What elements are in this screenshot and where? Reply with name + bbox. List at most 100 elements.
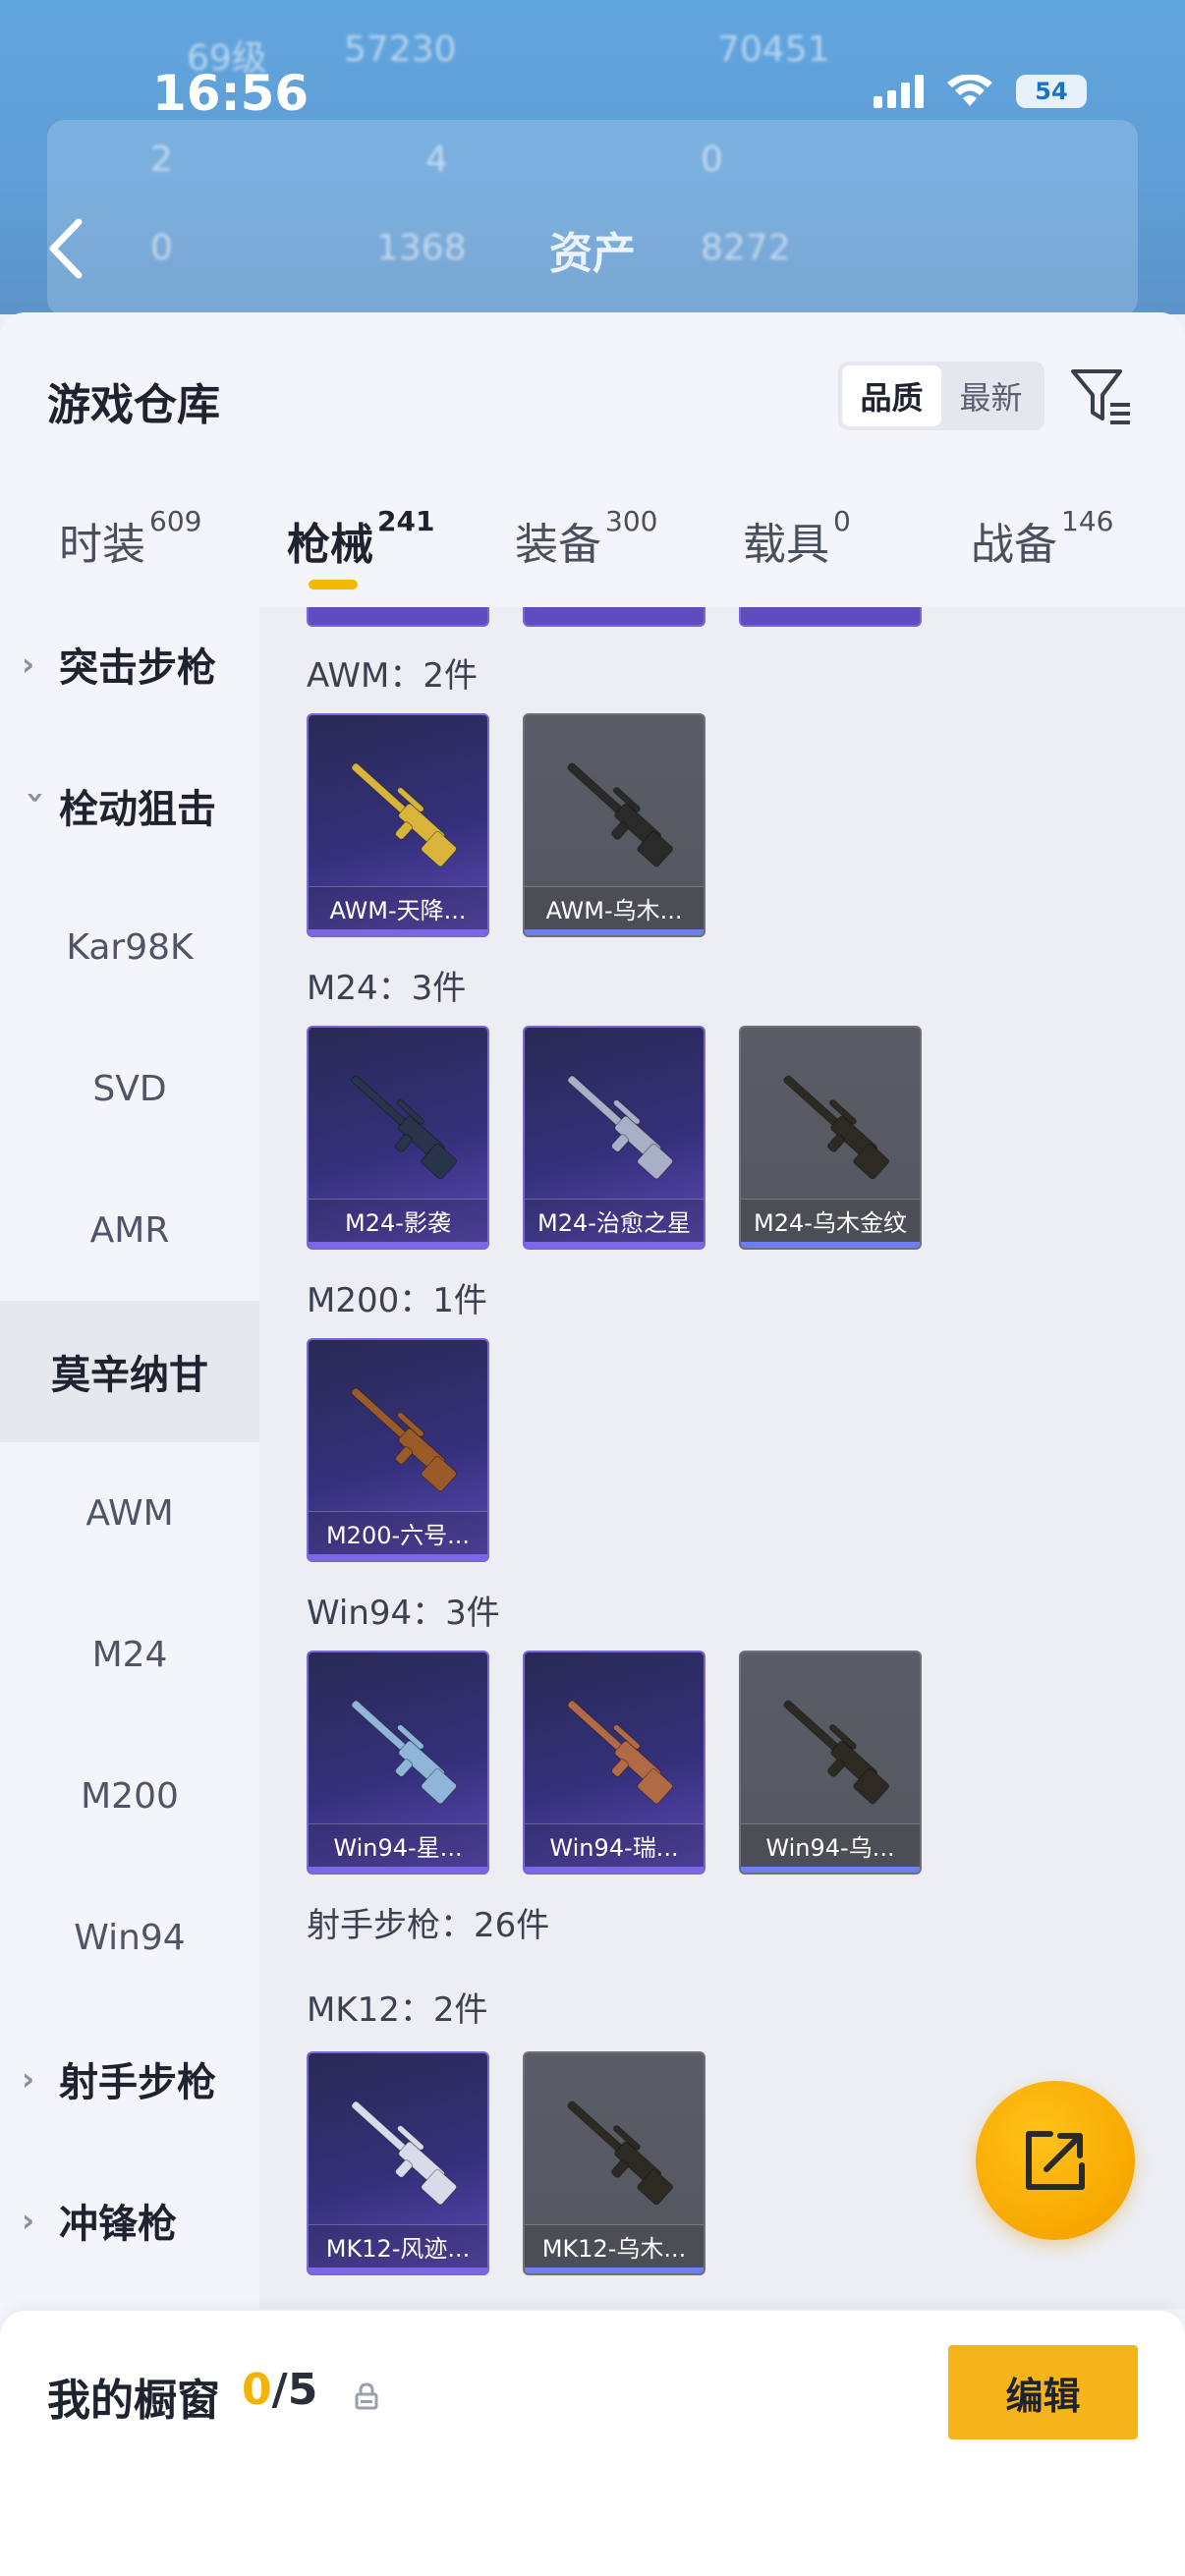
weapon-card[interactable]: AWM-乌木... <box>523 713 705 937</box>
sidebar-item-smg[interactable]: › 冲锋枪 <box>0 2150 259 2291</box>
weapon-card-name: AWM-天降... <box>309 886 487 929</box>
weapon-card[interactable]: Win94-星... <box>307 1651 489 1875</box>
weapon-card[interactable]: Win94-瑞... <box>523 1651 705 1875</box>
rarity-bar <box>309 1867 487 1873</box>
edit-button[interactable]: 编辑 <box>948 2345 1138 2439</box>
weapon-card[interactable]: AWM-天降... <box>307 713 489 937</box>
category-tabs: 时装 609 枪械 241 装备 300 载具 0 战备 146 <box>0 505 1185 607</box>
weapon-card-name: M24-影袭 <box>309 1199 487 1242</box>
gun-image <box>351 1700 458 1805</box>
wifi-icon <box>945 74 994 108</box>
gun-image <box>567 2100 674 2206</box>
rarity-bar <box>741 1867 920 1873</box>
chevron-right-icon: › <box>22 645 35 683</box>
tab-label: 时装 <box>59 520 145 570</box>
lock-icon <box>352 2381 381 2411</box>
sidebar-item-label: 冲锋枪 <box>59 2202 177 2247</box>
tab-count: 241 <box>377 505 435 537</box>
stat: 0 <box>701 140 723 180</box>
warehouse-sheet: 游戏仓库 品质 最新 时装 609 枪械 241 装备 300 载具 0 战备 146 ›… <box>0 312 1185 2576</box>
weapon-card[interactable]: Win94-乌... <box>739 1651 922 1875</box>
page-title: 资产 <box>549 229 636 279</box>
sidebar-item-awm[interactable]: AWM <box>0 1442 259 1584</box>
filter-icon[interactable] <box>1069 364 1134 428</box>
sidebar-item-label: 突击步枪 <box>59 645 216 691</box>
gun-image <box>351 762 458 868</box>
sidebar-item-svd[interactable]: SVD <box>0 1018 259 1159</box>
weapon-card-name: M24-治愈之星 <box>525 1199 704 1242</box>
weapon-card-name: MK12-乌木... <box>525 2224 704 2268</box>
gun-image <box>351 1387 458 1492</box>
chevron-right-icon: › <box>22 2202 35 2239</box>
weapon-card-name: Win94-星... <box>309 1823 487 1867</box>
weapon-card-name: MK12-风迹... <box>309 2224 487 2268</box>
rarity-bar <box>525 2268 704 2273</box>
tab-guns[interactable]: 枪械 241 <box>287 505 434 572</box>
weapon-card[interactable]: M200-六号... <box>307 1338 489 1562</box>
sheet-header: 游戏仓库 品质 最新 时装 609 枪械 241 装备 300 载具 0 战备 146 <box>0 312 1185 607</box>
chevron-down-icon: › <box>18 791 55 805</box>
sidebar-item-marksman-rifle[interactable]: › 射手步枪 <box>0 2008 259 2150</box>
tab-vehicles[interactable]: 载具 0 <box>743 505 851 572</box>
sidebar-item-m200[interactable]: M200 <box>0 1725 259 1867</box>
sort-latest-button[interactable]: 最新 <box>941 365 1041 426</box>
share-export-button[interactable] <box>976 2081 1135 2240</box>
section-label-marksman: 射手步枪：26件 <box>307 1906 550 1945</box>
rarity-bar <box>525 1242 704 1248</box>
gun-image <box>567 1075 674 1180</box>
tab-count: 300 <box>605 505 658 537</box>
weapon-card[interactable]: MK12-风迹... <box>307 2051 489 2275</box>
rarity-bar <box>741 1242 920 1248</box>
weapon-card[interactable]: M24-治愈之星 <box>523 1026 705 1250</box>
rarity-bar <box>309 2268 487 2273</box>
share-icon <box>1026 2131 1085 2190</box>
sidebar-item-bolt-sniper[interactable]: › 栓动狙击 <box>0 735 259 876</box>
sidebar-item-m24[interactable]: M24 <box>0 1584 259 1725</box>
blurred-stats-card: 2 4 0 0 1368 8272 <box>47 120 1138 314</box>
tab-equipment[interactable]: 装备 300 <box>515 505 657 572</box>
weapon-card-name: M24-乌木金纹 <box>741 1199 920 1242</box>
weapon-card-name: AWM-乌木... <box>525 886 704 929</box>
stat: 2 <box>150 140 173 180</box>
rarity-bar <box>309 1242 487 1248</box>
stat: 4 <box>425 140 448 180</box>
card-stub <box>307 607 489 627</box>
showcase-count-current: 0 <box>242 2365 272 2415</box>
sidebar-item-label: 射手步枪 <box>59 2060 216 2105</box>
active-tab-indicator <box>309 580 358 589</box>
weapon-category-sidebar: › 突击步枪 › 栓动狙击 Kar98K SVD AMR 莫辛纳甘 AWM M24 … <box>0 607 259 2309</box>
gun-image <box>783 1075 890 1180</box>
weapon-card[interactable]: M24-影袭 <box>307 1026 489 1250</box>
tab-supplies[interactable]: 战备 146 <box>971 505 1113 572</box>
sort-toggle: 品质 最新 <box>838 362 1044 430</box>
sidebar-item-label: 栓动狙击 <box>59 787 216 832</box>
showcase-label: 我的橱窗 <box>47 2376 220 2426</box>
sidebar-item-kar98k[interactable]: Kar98K <box>0 876 259 1018</box>
showcase-bar: 我的橱窗 0/5 编辑 <box>0 2311 1185 2576</box>
gun-image <box>351 2100 458 2206</box>
signal-icon <box>874 75 924 108</box>
weapon-card[interactable]: M24-乌木金纹 <box>739 1026 922 1250</box>
blurred-coins: 57230 <box>344 29 457 70</box>
tab-label: 装备 <box>515 520 601 570</box>
tab-label: 战备 <box>971 520 1057 570</box>
gun-image <box>567 1700 674 1805</box>
gun-image <box>783 1700 890 1805</box>
battery-icon: 54 <box>1016 75 1087 108</box>
status-icons: 54 <box>874 74 1087 108</box>
rarity-bar <box>309 929 487 935</box>
sidebar-item-win94[interactable]: Win94 <box>0 1867 259 2008</box>
sidebar-item-amr[interactable]: AMR <box>0 1159 259 1301</box>
tab-count: 609 <box>149 505 202 537</box>
section-label-m24: M24：3件 <box>307 969 467 1008</box>
weapon-card[interactable]: MK12-乌木... <box>523 2051 705 2275</box>
section-label-mk12: MK12：2件 <box>307 1990 488 2030</box>
sort-quality-button[interactable]: 品质 <box>842 365 941 426</box>
status-time: 16:56 <box>152 65 310 122</box>
sidebar-item-mosin-nagant[interactable]: 莫辛纳甘 <box>0 1301 259 1442</box>
weapon-grid: AWM：2件 AWM-天降... AWM-乌木... M24：3件 M24-影袭… <box>259 607 1185 2309</box>
showcase-count: 0/5 <box>242 2365 317 2415</box>
rarity-bar <box>525 929 704 935</box>
sidebar-item-assault-rifle[interactable]: › 突击步枪 <box>0 607 259 735</box>
tab-fashion[interactable]: 时装 609 <box>59 505 201 572</box>
